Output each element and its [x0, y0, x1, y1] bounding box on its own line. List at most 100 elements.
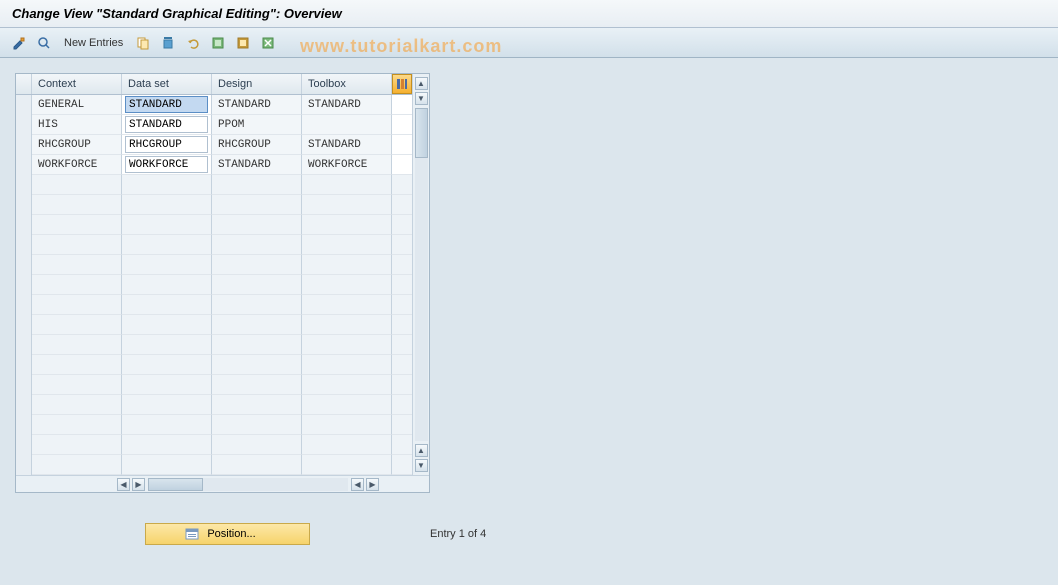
scroll-thumb[interactable]	[415, 108, 428, 158]
table-cell	[212, 415, 302, 435]
vertical-scrollbar[interactable]: ▲ ▼ ▲ ▼	[412, 74, 429, 475]
row-selector[interactable]	[16, 355, 32, 375]
table-row: GENERALSTANDARDSTANDARD	[16, 95, 412, 115]
table-cell	[122, 295, 212, 315]
table-cell[interactable]	[122, 135, 212, 155]
table-cell: WORKFORCE	[32, 155, 122, 175]
table-row	[16, 435, 412, 455]
table-cell	[212, 275, 302, 295]
scroll-up2-icon[interactable]: ▲	[415, 444, 428, 457]
table-row	[16, 195, 412, 215]
row-selector[interactable]	[16, 415, 32, 435]
row-selector[interactable]	[16, 255, 32, 275]
row-selector[interactable]	[16, 315, 32, 335]
row-selector[interactable]	[16, 95, 32, 115]
undo-icon[interactable]	[182, 33, 204, 53]
table-cell	[32, 335, 122, 355]
table-cell: PPOM	[212, 115, 302, 135]
delete-icon[interactable]	[157, 33, 179, 53]
table-cell	[32, 455, 122, 475]
table-cell	[122, 415, 212, 435]
table-cell	[32, 215, 122, 235]
row-selector[interactable]	[16, 275, 32, 295]
deselect-all-icon[interactable]	[257, 33, 279, 53]
scroll-track[interactable]	[415, 108, 428, 441]
table-cell	[302, 195, 392, 215]
table-cell	[212, 195, 302, 215]
table-cell	[32, 235, 122, 255]
table-cell	[32, 435, 122, 455]
row-selector[interactable]	[16, 395, 32, 415]
table-cell	[302, 255, 392, 275]
scroll-down-icon[interactable]: ▼	[415, 92, 428, 105]
col-header-toolbox[interactable]: Toolbox	[302, 74, 392, 94]
table-cell	[212, 235, 302, 255]
scroll-right2-icon[interactable]: ▶	[366, 478, 379, 491]
table-cell	[32, 195, 122, 215]
row-selector[interactable]	[16, 335, 32, 355]
table-cell	[32, 375, 122, 395]
table-cell: STANDARD	[212, 155, 302, 175]
table-row: RHCGROUPRHCGROUPSTANDARD	[16, 135, 412, 155]
table-cell: STANDARD	[302, 135, 392, 155]
cell-input[interactable]	[125, 136, 208, 153]
hscroll-thumb[interactable]	[148, 478, 203, 491]
row-selector[interactable]	[16, 455, 32, 475]
cell-input[interactable]	[125, 116, 208, 133]
table-cell	[302, 275, 392, 295]
table-cell	[212, 255, 302, 275]
table-settings-icon[interactable]	[392, 74, 412, 94]
table-cell	[212, 175, 302, 195]
col-header-context[interactable]: Context	[32, 74, 122, 94]
details-icon[interactable]	[33, 33, 55, 53]
row-selector[interactable]	[16, 195, 32, 215]
row-selector[interactable]	[16, 215, 32, 235]
col-header-dataset[interactable]: Data set	[122, 74, 212, 94]
cell-input[interactable]	[125, 156, 208, 173]
table-cell	[212, 295, 302, 315]
table-cell	[212, 355, 302, 375]
table-cell[interactable]	[122, 95, 212, 115]
row-selector[interactable]	[16, 115, 32, 135]
row-selector[interactable]	[16, 235, 32, 255]
row-selector[interactable]	[16, 375, 32, 395]
table-cell: HIS	[32, 115, 122, 135]
horizontal-scrollbar[interactable]: ◀ ▶ ◀ ▶	[16, 475, 429, 492]
row-selector-header[interactable]	[16, 74, 32, 94]
table-cell	[302, 235, 392, 255]
table-row: WORKFORCESTANDARDWORKFORCE	[16, 155, 412, 175]
toggle-display-icon[interactable]	[8, 33, 30, 53]
row-selector[interactable]	[16, 135, 32, 155]
row-selector[interactable]	[16, 155, 32, 175]
table-cell	[302, 415, 392, 435]
table-cell: GENERAL	[32, 95, 122, 115]
table-cell	[32, 315, 122, 335]
entry-count: Entry 1 of 4	[430, 528, 486, 540]
table-cell	[122, 455, 212, 475]
col-header-design[interactable]: Design	[212, 74, 302, 94]
scroll-left2-icon[interactable]: ◀	[351, 478, 364, 491]
cell-input[interactable]	[125, 96, 208, 113]
scroll-left-icon[interactable]: ◀	[117, 478, 130, 491]
new-entries-button[interactable]: New Entries	[58, 35, 129, 51]
table-cell[interactable]	[122, 115, 212, 135]
select-block-icon[interactable]	[232, 33, 254, 53]
table-row: HIS PPOM	[16, 115, 412, 135]
table-row	[16, 255, 412, 275]
table-row	[16, 175, 412, 195]
table-cell: WORKFORCE	[302, 155, 392, 175]
row-selector[interactable]	[16, 295, 32, 315]
select-all-icon[interactable]	[207, 33, 229, 53]
scroll-up-icon[interactable]: ▲	[415, 77, 428, 90]
table-cell	[32, 175, 122, 195]
position-button[interactable]: Position...	[145, 523, 310, 545]
scroll-right-icon[interactable]: ▶	[132, 478, 145, 491]
hscroll-track[interactable]	[148, 478, 348, 491]
table-cell[interactable]	[122, 155, 212, 175]
row-selector[interactable]	[16, 175, 32, 195]
table-row	[16, 295, 412, 315]
row-selector[interactable]	[16, 435, 32, 455]
scroll-down2-icon[interactable]: ▼	[415, 459, 428, 472]
copy-icon[interactable]	[132, 33, 154, 53]
table-cell	[302, 335, 392, 355]
